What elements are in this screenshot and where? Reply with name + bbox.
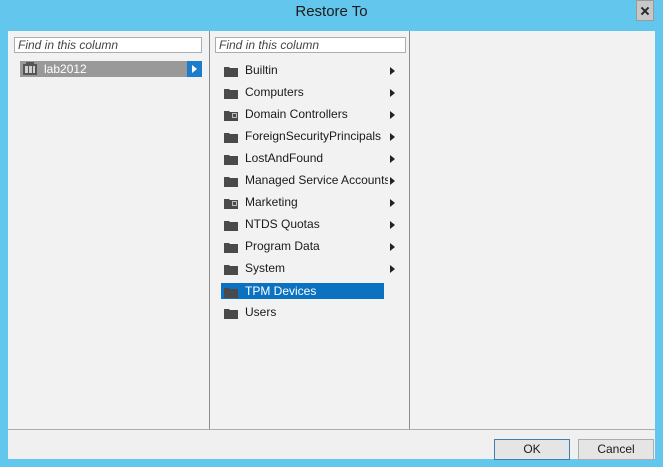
column1-search-input[interactable]: [14, 37, 202, 53]
column-empty: [410, 31, 655, 429]
domain-item-label: lab2012: [44, 62, 87, 76]
folder-icon: [224, 64, 238, 77]
container-item[interactable]: Marketing: [221, 192, 395, 214]
container-list: Builtin Computers Domain Controllers Foreig…: [221, 60, 407, 324]
folder-icon: [224, 174, 238, 187]
button-bar: OK Cancel: [8, 430, 655, 460]
folder-icon: [224, 130, 238, 143]
container-item-label: Managed Service Accounts: [245, 173, 388, 187]
folder-icon: [224, 240, 238, 253]
folder-icon: [224, 306, 238, 319]
window-title: Restore To: [295, 3, 368, 20]
folder-icon: [224, 86, 238, 99]
container-item[interactable]: Computers: [221, 82, 395, 104]
container-item[interactable]: Domain Controllers: [221, 104, 395, 126]
container-item-label: NTDS Quotas: [245, 217, 320, 231]
container-item-label: Marketing: [245, 195, 298, 209]
chevron-right-icon[interactable]: [390, 243, 395, 251]
expand-arrow-icon[interactable]: [187, 61, 202, 77]
chevron-right-icon[interactable]: [390, 111, 395, 119]
close-button[interactable]: [636, 0, 654, 21]
container-item-label: Computers: [245, 85, 304, 99]
chevron-right-icon[interactable]: [390, 177, 395, 185]
chevron-right-icon[interactable]: [390, 199, 395, 207]
folder-icon: [224, 152, 238, 165]
folder-icon: [224, 285, 238, 298]
column-browser: lab2012 Builtin Computers Domain Controlle…: [8, 31, 655, 430]
container-item[interactable]: TPM Devices: [221, 283, 384, 299]
folder-icon: [224, 218, 238, 231]
title-bar: Restore To: [0, 0, 663, 24]
chevron-right-icon[interactable]: [390, 221, 395, 229]
chevron-right-icon[interactable]: [390, 67, 395, 75]
container-item[interactable]: NTDS Quotas: [221, 214, 395, 236]
container-item-label: Users: [245, 305, 277, 319]
folder-icon: [224, 262, 238, 275]
container-item[interactable]: ForeignSecurityPrincipals: [221, 126, 395, 148]
ou-folder-icon: [224, 196, 238, 209]
cancel-button[interactable]: Cancel: [578, 439, 654, 460]
container-item[interactable]: System: [221, 258, 395, 280]
chevron-right-icon[interactable]: [390, 133, 395, 141]
chevron-right-icon[interactable]: [390, 265, 395, 273]
column-domains: lab2012: [8, 31, 210, 429]
column2-search-input[interactable]: [215, 37, 406, 53]
domain-icon: [23, 62, 37, 75]
container-item-label: LostAndFound: [245, 151, 324, 165]
column-containers: Builtin Computers Domain Controllers Foreig…: [210, 31, 410, 429]
container-item-label: System: [245, 261, 286, 275]
ok-button[interactable]: OK: [494, 439, 570, 460]
container-item[interactable]: Managed Service Accounts: [221, 170, 395, 192]
container-item[interactable]: Users: [221, 302, 384, 324]
container-item-label: Builtin: [245, 63, 278, 77]
restore-to-dialog: Restore To lab2012: [0, 0, 663, 467]
container-item[interactable]: Program Data: [221, 236, 395, 258]
ou-folder-icon: [224, 108, 238, 121]
dialog-client-area: lab2012 Builtin Computers Domain Controlle…: [8, 31, 655, 460]
container-item[interactable]: Builtin: [221, 60, 395, 82]
container-item-label: ForeignSecurityPrincipals: [245, 129, 382, 143]
domain-item-lab2012[interactable]: lab2012: [20, 61, 202, 77]
container-item-label: Program Data: [245, 239, 320, 253]
chevron-right-icon[interactable]: [390, 89, 395, 97]
container-item-label: Domain Controllers: [245, 107, 348, 121]
container-item[interactable]: LostAndFound: [221, 148, 395, 170]
chevron-right-icon[interactable]: [390, 155, 395, 163]
container-item-label: TPM Devices: [245, 284, 317, 298]
